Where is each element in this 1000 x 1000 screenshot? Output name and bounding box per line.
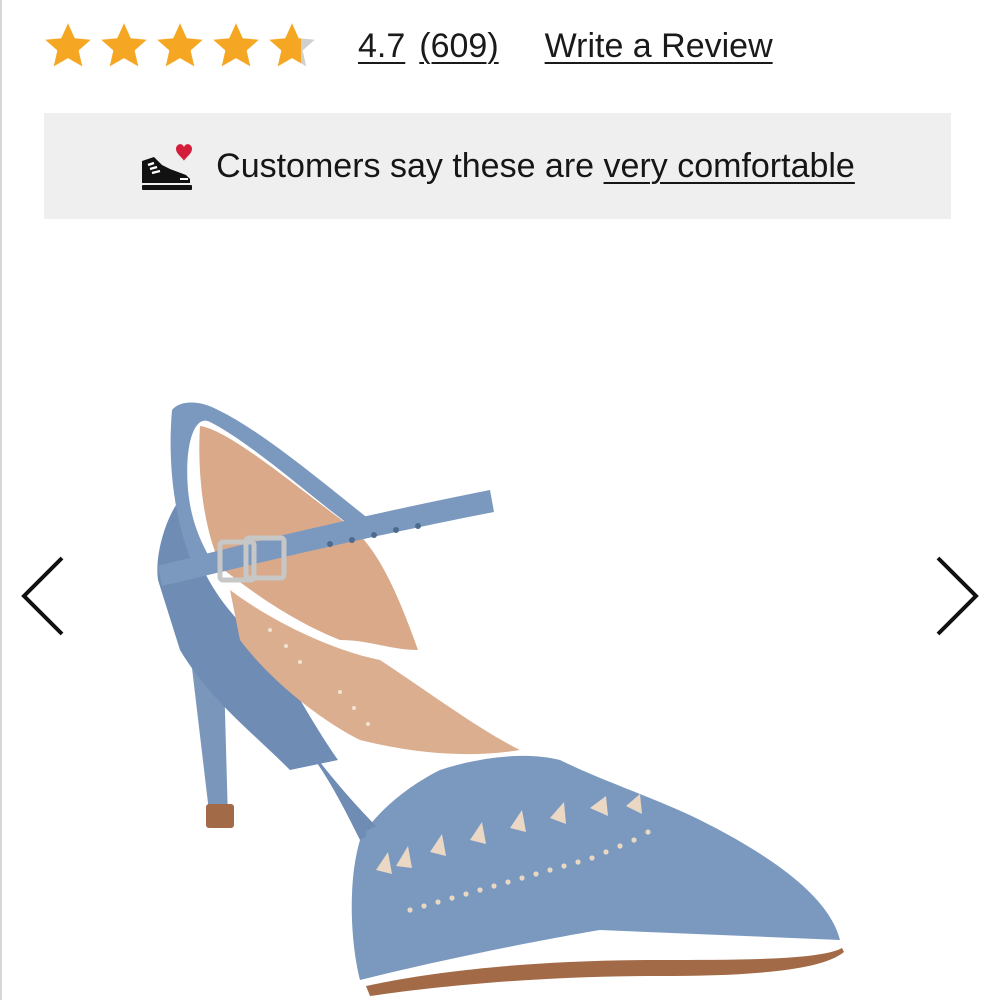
review-count-link[interactable]: (609)	[419, 27, 498, 66]
star-icon	[157, 23, 203, 67]
comfort-shoe-heart-icon	[142, 144, 193, 190]
chevron-right-icon[interactable]	[932, 554, 982, 638]
very-comfortable-link[interactable]: very comfortable	[604, 147, 855, 185]
star-icon	[45, 23, 91, 67]
comfort-banner: Customers say these are very comfortable	[44, 113, 951, 219]
product-page: 4.7 (609) Write a Review Customers say t…	[0, 0, 1000, 1000]
rating-value[interactable]: 4.7	[358, 27, 405, 66]
comfort-message-prefix: Customers say these are	[216, 146, 604, 185]
product-shoe-image[interactable]	[140, 400, 860, 1000]
partial-star-icon	[269, 23, 315, 67]
star-icon	[101, 23, 147, 67]
rating-row: 4.7 (609) Write a Review	[42, 18, 773, 74]
product-image-gallery	[0, 240, 1000, 1000]
chevron-left-icon[interactable]	[18, 554, 68, 638]
star-icon	[213, 23, 259, 67]
comfort-message: Customers say these are very comfortable	[216, 147, 855, 186]
write-review-link[interactable]: Write a Review	[545, 27, 773, 66]
star-rating[interactable]	[42, 20, 318, 72]
